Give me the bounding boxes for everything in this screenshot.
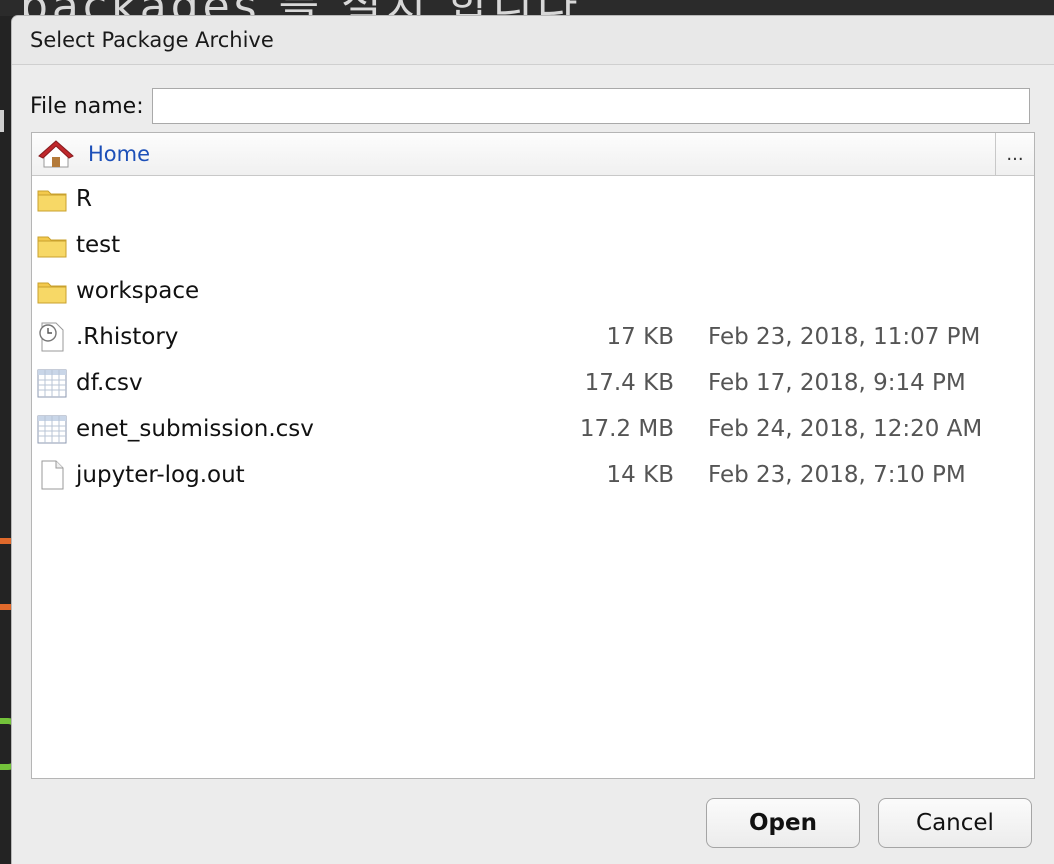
folder-icon	[37, 236, 67, 258]
file-name: enet_submission.csv	[76, 416, 314, 442]
file-name: df.csv	[76, 370, 143, 396]
file-name: jupyter-log.out	[76, 462, 245, 488]
filename-row: File name:	[30, 88, 1030, 124]
file-name: .Rhistory	[76, 324, 179, 350]
csv-file-icon	[37, 415, 67, 444]
folder-icon	[37, 282, 67, 304]
text-file-icon	[41, 460, 64, 490]
file-size: 17 KB	[606, 324, 674, 350]
file-date: Feb 23, 2018, 7:10 PM	[708, 462, 966, 488]
file-browser: Home ... R test workspace .Rhistory 17 K…	[31, 132, 1035, 779]
list-item-folder[interactable]: workspace	[32, 268, 1034, 314]
file-name: test	[76, 232, 121, 258]
csv-file-icon	[37, 369, 67, 398]
background-editor-strip: packages 를 설치 합니다	[0, 0, 1054, 16]
path-bar: Home ...	[32, 133, 1034, 176]
list-item-folder[interactable]: test	[32, 222, 1034, 268]
filename-input[interactable]	[151, 88, 1030, 124]
cancel-button[interactable]: Cancel	[878, 798, 1032, 848]
home-icon[interactable]	[38, 139, 74, 169]
file-date: Feb 17, 2018, 9:14 PM	[708, 370, 966, 396]
file-size: 17.4 KB	[584, 370, 674, 396]
browse-more-button[interactable]: ...	[995, 133, 1034, 175]
select-package-dialog: Select Package Archive File name: Home .…	[12, 16, 1054, 864]
list-item-file[interactable]: jupyter-log.out 14 KB Feb 23, 2018, 7:10…	[32, 452, 1034, 498]
file-date: Feb 23, 2018, 11:07 PM	[708, 324, 981, 350]
list-item-file[interactable]: df.csv 17.4 KB Feb 17, 2018, 9:14 PM	[32, 360, 1034, 406]
open-button[interactable]: Open	[706, 798, 860, 848]
history-file-icon	[39, 322, 64, 352]
folder-icon	[37, 190, 67, 212]
file-date: Feb 24, 2018, 12:20 AM	[708, 416, 983, 442]
path-home-link[interactable]: Home	[88, 142, 150, 166]
background-editor-gutter	[0, 16, 22, 864]
filename-label: File name:	[30, 93, 144, 119]
file-size: 17.2 MB	[579, 416, 674, 442]
file-list: R test workspace .Rhistory 17 KB Feb 23,…	[32, 176, 1034, 498]
list-item-file[interactable]: enet_submission.csv 17.2 MB Feb 24, 2018…	[32, 406, 1034, 452]
file-name: workspace	[76, 278, 200, 304]
file-name: R	[76, 186, 92, 212]
dialog-title: Select Package Archive	[12, 16, 1054, 65]
list-item-folder[interactable]: R	[32, 176, 1034, 222]
file-size: 14 KB	[606, 462, 674, 488]
list-item-file[interactable]: .Rhistory 17 KB Feb 23, 2018, 11:07 PM	[32, 314, 1034, 360]
